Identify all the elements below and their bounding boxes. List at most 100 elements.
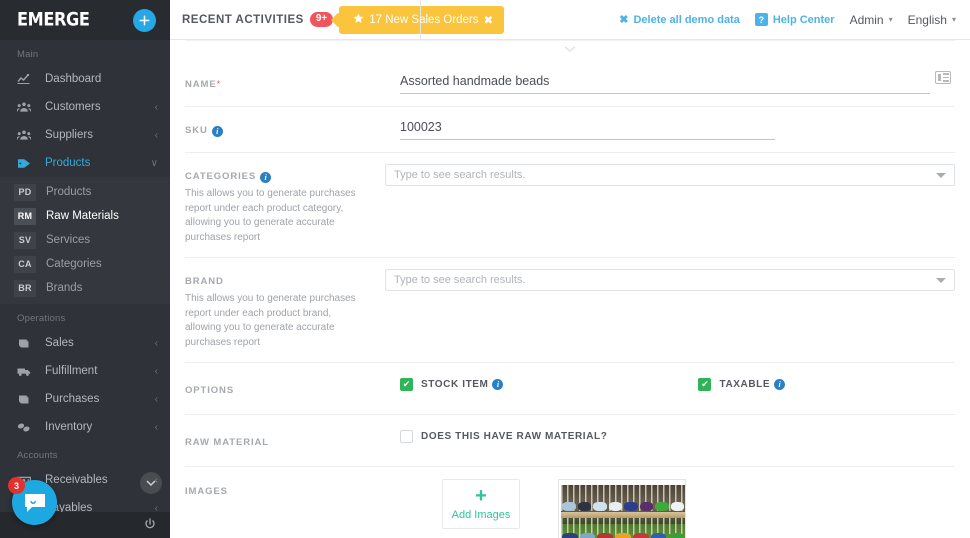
sidebar-item-dashboard[interactable]: Dashboard [0, 65, 170, 93]
name-control [385, 71, 955, 94]
categories-label: CATEGORIES [185, 171, 257, 182]
boxes-icon [17, 422, 37, 433]
close-icon[interactable]: ✖ [484, 13, 494, 27]
brand-select[interactable]: Type to see search results. [385, 269, 955, 291]
images-label-block: IMAGES [185, 479, 385, 538]
caret-icon: ‹ [154, 393, 158, 405]
sidebar-subitem-categories[interactable]: CA Categories [0, 252, 170, 276]
sidebar-item-inventory[interactable]: Inventory ‹ [0, 413, 170, 441]
stock-item-label: STOCK ITEM [421, 379, 489, 390]
sidebar-item-label: Fulfillment [45, 365, 98, 377]
stock-item-checkbox[interactable]: ✔ STOCK ITEM i [400, 378, 504, 391]
tag-icon [17, 158, 37, 169]
sidebar-item-label: Sales [45, 337, 74, 349]
bead [624, 502, 638, 511]
subitem-label: Brands [46, 282, 83, 294]
info-icon[interactable]: i [211, 126, 223, 137]
recent-activities-label: RECENT ACTIVITIES [182, 13, 304, 26]
info-icon[interactable]: i [492, 379, 504, 390]
sidebar-item-sales[interactable]: Sales ‹ [0, 329, 170, 357]
taxable-checkbox[interactable]: ✔ TAXABLE i [698, 378, 786, 391]
form-row-name: NAME* [185, 61, 955, 107]
recent-activities-group: RECENT ACTIVITIES 9+ [170, 12, 334, 27]
barcode-scan-icon[interactable] [935, 71, 951, 84]
bead [579, 533, 596, 538]
collapse-section-button[interactable] [185, 40, 955, 61]
sidebar-item-suppliers[interactable]: Suppliers ‹ [0, 121, 170, 149]
form-row-images: IMAGES + Add Images [185, 467, 955, 538]
images-label: IMAGES [185, 486, 228, 497]
images-thumb-column [558, 479, 686, 538]
book-icon [17, 338, 37, 349]
categories-select[interactable]: Type to see search results. [385, 164, 955, 186]
bead [608, 502, 622, 511]
subitem-label: Services [46, 234, 91, 246]
brand-label: BRAND [185, 276, 224, 287]
sidebar-item-products[interactable]: Products ∨ [0, 149, 170, 177]
sidebar-item-label: Purchases [45, 393, 100, 405]
chat-bubble-icon [24, 493, 45, 512]
sku-input[interactable] [400, 118, 775, 140]
plus-icon: + [475, 485, 487, 507]
form-row-categories: CATEGORIES i This allows you to generate … [185, 153, 955, 258]
delete-demo-data-button[interactable]: ✖ Delete all demo data [619, 13, 740, 27]
product-image-thumbnail-frame[interactable] [558, 479, 686, 538]
sidebar-subitem-raw-materials[interactable]: RM Raw Materials [0, 204, 170, 228]
checkbox-checked-icon: ✔ [698, 378, 712, 391]
brand-placeholder: Type to see search results. [394, 274, 526, 286]
sku-label: SKU [185, 125, 208, 136]
info-icon[interactable]: i [774, 379, 786, 390]
bead [562, 533, 578, 538]
sidebar-item-fulfillment[interactable]: Fulfillment ‹ [0, 357, 170, 385]
sidebar-item-label: Dashboard [45, 73, 102, 85]
has-raw-material-checkbox[interactable]: DOES THIS HAVE RAW MATERIAL? [400, 430, 607, 443]
categories-help-text: This allows you to generate purchases re… [185, 188, 356, 243]
sidebar-brand-bar: EMERGE [0, 0, 170, 40]
name-input[interactable] [400, 72, 930, 94]
bead [639, 502, 653, 511]
add-new-button[interactable] [133, 8, 156, 32]
admin-menu[interactable]: Admin ▾ [850, 13, 893, 27]
form-row-sku: SKU i [185, 107, 955, 153]
image-bead-row [561, 533, 685, 538]
name-label: NAME [185, 79, 217, 90]
people-icon [17, 102, 37, 113]
sidebar-item-customers[interactable]: Customers ‹ [0, 93, 170, 121]
categories-placeholder: Type to see search results. [394, 169, 526, 181]
caret-icon: ‹ [154, 421, 158, 433]
help-icon: ? [754, 13, 768, 26]
admin-menu-label: Admin [849, 12, 884, 27]
subitem-code: SV [14, 231, 36, 249]
language-menu[interactable]: English ▾ [908, 13, 956, 27]
sidebar-item-label: Receivables [45, 474, 108, 486]
main-area: RECENT ACTIVITIES 9+ 17 New Sales Orders… [170, 0, 970, 538]
truck-icon [17, 366, 37, 377]
info-icon[interactable]: i [260, 172, 272, 183]
options-label: OPTIONS [185, 385, 235, 396]
help-center-button[interactable]: ? Help Center [754, 13, 835, 26]
form-row-brand: BRAND This allows you to generate purcha… [185, 258, 955, 363]
sidebar-nav: Main Dashboard Customers ‹ Suppliers ‹ P… [0, 40, 170, 538]
activity-tab-new-sales-orders[interactable]: 17 New Sales Orders ✖ [339, 5, 505, 34]
sidebar-subitem-products[interactable]: PD Products [0, 180, 170, 204]
sidebar-subitem-services[interactable]: SV Services [0, 228, 170, 252]
caret-icon: ‹ [154, 129, 158, 141]
form-row-raw-material: RAW MATERIAL DOES THIS HAVE RAW MATERIAL… [185, 415, 955, 467]
checkbox-checked-icon: ✔ [400, 378, 413, 391]
delete-demo-data-label: Delete all demo data [633, 13, 740, 26]
chat-widget-button[interactable]: 3 [8, 477, 57, 525]
add-images-button[interactable]: + Add Images [442, 479, 520, 529]
subitem-label: Products [46, 186, 92, 198]
topbar-right-group: ✖ Delete all demo data ? Help Center Adm… [619, 13, 970, 27]
sidebar-item-purchases[interactable]: Purchases ‹ [0, 385, 170, 413]
scan-icon-lines [942, 73, 949, 82]
brand-help-text: This allows you to generate purchases re… [185, 293, 356, 348]
subitem-code: BR [14, 279, 36, 297]
options-label-block: OPTIONS [185, 378, 385, 398]
sidebar-scroll-down-button[interactable] [140, 472, 162, 494]
sidebar-subitem-brands[interactable]: BR Brands [0, 276, 170, 300]
form-content: NAME* SKUi [170, 40, 970, 538]
power-icon[interactable] [144, 517, 156, 533]
caret-icon: ‹ [154, 101, 158, 113]
bead [615, 533, 631, 538]
